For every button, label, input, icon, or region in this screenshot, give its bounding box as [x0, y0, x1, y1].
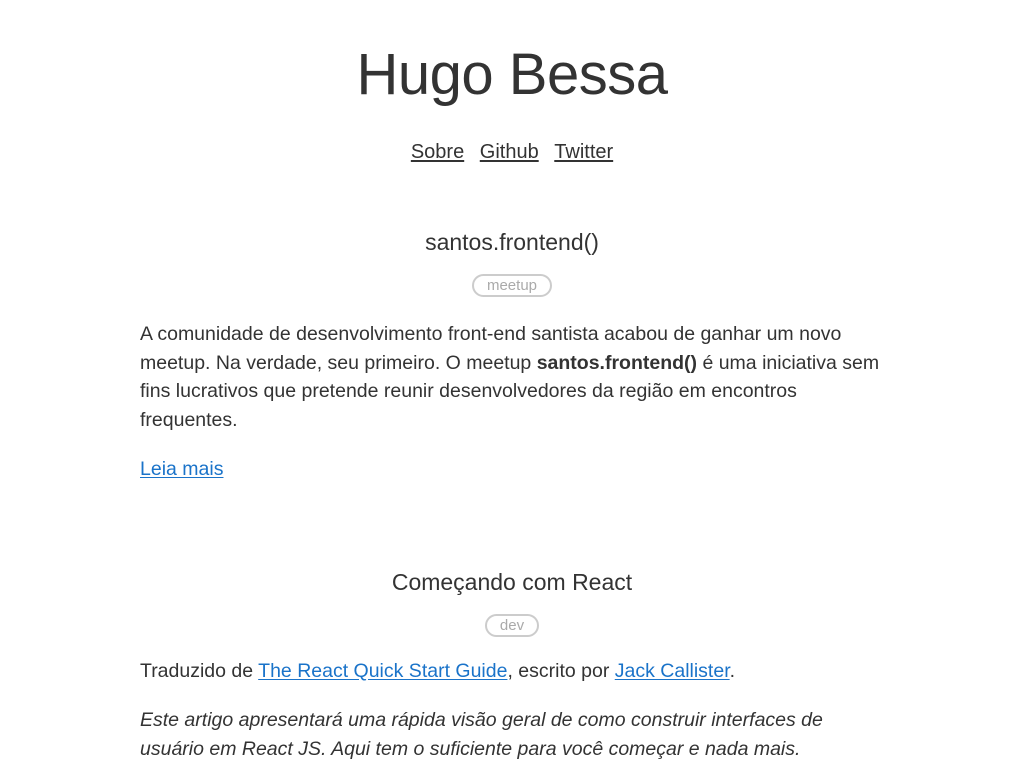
read-more-row: Leia mais — [140, 455, 884, 484]
read-more-link[interactable]: Leia mais — [140, 458, 223, 480]
site-nav: Sobre Github Twitter — [0, 140, 1024, 164]
author-link[interactable]: Jack Callister — [615, 660, 730, 682]
nav-link-sobre[interactable]: Sobre — [411, 141, 464, 163]
intro-italic: Este artigo apresentará uma rápida visão… — [140, 709, 823, 760]
post-title-link[interactable]: Começando com React — [392, 569, 632, 595]
tag-badge[interactable]: meetup — [471, 274, 553, 297]
tag-row: dev — [140, 613, 884, 640]
source-article-link[interactable]: The React Quick Start Guide — [258, 660, 507, 682]
post-list: santos.frontend() meetup A comunidade de… — [140, 228, 884, 763]
site-header: Hugo Bessa Sobre Github Twitter — [0, 0, 1024, 164]
page: Hugo Bessa Sobre Github Twitter santos.f… — [0, 0, 1024, 768]
site-title: Hugo Bessa — [356, 42, 668, 107]
post-intro: Este artigo apresentará uma rápida visão… — [140, 706, 884, 763]
author-prefix: , escrito por — [507, 659, 615, 682]
post-title: Começando com React — [140, 568, 884, 596]
translation-note: Traduzido de The React Quick Start Guide… — [140, 657, 884, 686]
post-excerpt: A comunidade de desenvolvimento front-en… — [140, 320, 884, 434]
tag-badge[interactable]: dev — [484, 613, 540, 637]
post-santos-frontend: santos.frontend() meetup A comunidade de… — [140, 228, 884, 484]
nav-link-twitter[interactable]: Twitter — [554, 141, 613, 163]
post-title-link[interactable]: santos.frontend() — [425, 229, 599, 255]
nav-link-github[interactable]: Github — [480, 141, 539, 163]
post-comecando-com-react: Começando com React dev Traduzido de The… — [140, 568, 884, 764]
tag-row: meetup — [140, 274, 884, 300]
translated-prefix: Traduzido de — [140, 659, 259, 682]
excerpt-strong: santos.frontend() — [536, 351, 698, 374]
author-suffix: . — [729, 659, 736, 682]
post-title: santos.frontend() — [140, 228, 884, 256]
